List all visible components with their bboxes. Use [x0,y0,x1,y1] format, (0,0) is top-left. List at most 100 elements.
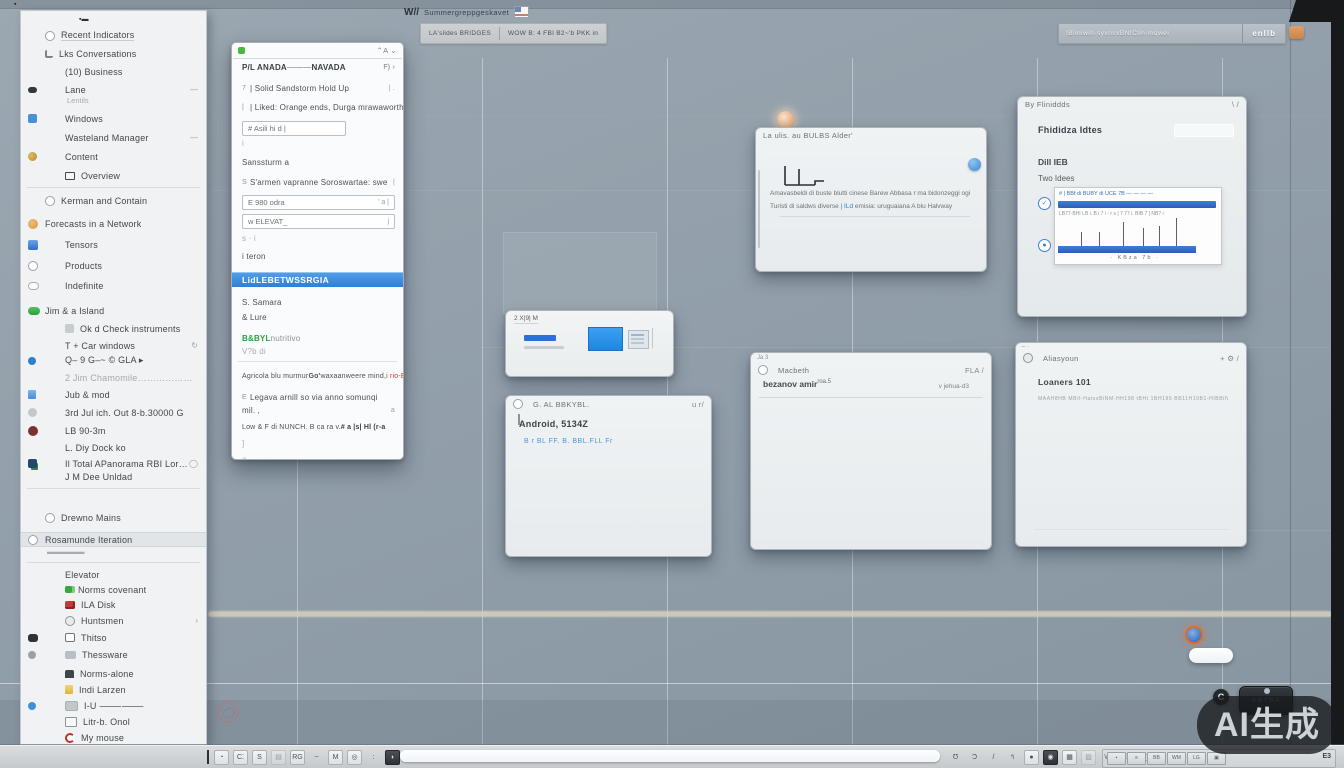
taskbar-search-pill[interactable] [400,750,940,762]
macbeth-titlebar[interactable]: Macbeth FLA / [751,362,991,377]
popup-row[interactable]: Low & F di NUNCH. B ca ra v. # a |s| Hl … [232,421,403,433]
taskbar-icon[interactable]: ▨ [1081,750,1096,765]
taskbar-icon[interactable]: C⁚ [233,750,248,765]
orange-badge-icon[interactable] [1289,26,1304,39]
sidebar-item[interactable]: Lks Conversations [21,47,206,60]
taskbar-icon[interactable]: M [328,750,343,765]
macbeth-window-controls[interactable]: FLA / [965,366,984,375]
sidebar-item[interactable]: I-U ⸻⸻ [21,699,206,712]
sidebar-item[interactable]: Forecasts in a Network [21,217,206,230]
popup-row[interactable]: Sanssturm a [232,156,403,168]
list-thumbnail[interactable] [628,330,649,349]
sidebar-item[interactable]: T + Car windows↻ [21,339,206,352]
sidebar-item[interactable]: 3rd Jul ich. Out 8-b.30000 G [21,406,206,419]
top-toolbar[interactable]: LA'slides BRIDGES WOW B: 4 FBI B2~'b PKK… [420,23,607,44]
sidebar-item[interactable]: L. Diy Dock ko [21,441,206,454]
blue-thumbnail[interactable] [588,327,623,351]
sidebar-item[interactable]: Jim & a Island [21,304,206,317]
sidebar-item[interactable]: Ok d Check instruments [21,322,206,335]
android-link[interactable]: B r BL FF. B. BBL.FLL Fr [524,438,613,445]
popup-row[interactable]: i teron [232,250,403,262]
timeline-selection-bar[interactable] [1058,201,1216,208]
sidebar-item[interactable]: ILA Disk [21,598,206,611]
tray-tile[interactable]: ▪ [1107,752,1126,765]
sidebar-item[interactable]: Rosamunde Iteration [21,532,206,547]
sidebar-item-extra[interactable]: — [190,133,198,142]
popup-window-controls[interactable]: ⌃A ⌄ [377,46,397,55]
taskbar-icon[interactable]: ◗ [385,750,400,765]
inline-link[interactable]: | ILd [841,203,854,210]
chart-note-titlebar[interactable]: La ulis. au BULBS Alder' [756,128,986,142]
popup-input[interactable]: # Asili hi d | [242,121,346,136]
taskbar-icon[interactable]: ◉ [1043,750,1058,765]
tray-tile[interactable]: LG [1187,752,1206,765]
sidebar-item-extra[interactable]: ◯ [189,459,198,468]
ideas-titlebar[interactable]: By Fliniddds \ / [1018,97,1246,111]
popup-row[interactable]: V?b di [232,345,403,357]
sidebar-item[interactable]: Indefinite [21,279,206,292]
sidebar-item[interactable]: Il Total APanorama RBI Lorem Wood◯ [21,457,206,470]
popup-row[interactable]: ELegava arnill so via anno somunqi [232,391,403,403]
taskbar-icon[interactable]: ▤ [271,750,286,765]
sidebar-item[interactable]: LB 90-3m [21,424,206,437]
sidebar-item[interactable]: Indi Larzen [21,683,206,696]
timeline-panel[interactable]: # | BBf di BUBY di UCE 7B — — — — LB77·B… [1054,187,1222,265]
taskbar-icon[interactable]: ◔ [214,750,229,765]
popup-row[interactable]: s · i [232,232,403,244]
sidebar-item[interactable]: Huntsmen› [21,614,206,627]
scrollbar[interactable] [758,170,760,248]
popup-input[interactable]: w ELEVAT_j [242,214,395,229]
sidebar-item-extra[interactable]: — [190,85,198,94]
popup-row[interactable]: a [232,453,403,460]
popup-row[interactable]: S. Samara [232,296,403,308]
pill-button[interactable] [1189,648,1233,663]
sidebar-item[interactable]: 2 Jim Chamomile………………………… [21,371,206,384]
popup-row[interactable]: Agricola blu murmur Go' waxaanweere mind… [232,370,403,382]
popup-row[interactable]: || Liked: Orange ends, Durga mrawaworthi… [232,101,403,113]
taskbar-icon[interactable]: ◎ [347,750,362,765]
sidebar-item-extra[interactable]: ↻ [191,341,198,350]
timeline-progress-bar[interactable] [1058,246,1196,253]
info-circle-icon[interactable] [968,158,981,171]
check-circle-icon[interactable]: ✓ [1038,197,1051,210]
popup-row[interactable]: mil. ,a [232,404,403,416]
popup-row[interactable]: P/L ANADA ——— NAVADAF) › [232,61,403,73]
taskbar-icon[interactable]: ૧ [1005,750,1020,765]
sidebar-item[interactable]: Q– 9 G–~ © GLA ▸ [21,354,206,367]
loaners-window-controls[interactable]: + ⚙ / [1220,354,1239,363]
popup-row[interactable]: i [232,137,403,149]
mini-progress-bar[interactable] [524,335,556,341]
popup-input[interactable]: E 980 odra' a | [242,195,395,210]
sidebar-item[interactable]: Wasteland Manager— [21,131,206,144]
popup-row[interactable]: SS'armen vapranne Soroswartae: swe| [232,176,403,188]
toolbar-group-1[interactable]: LA'slides BRIDGES [421,30,499,37]
sidebar-item[interactable]: Content [21,150,206,163]
taskbar-icon[interactable]: ● [1024,750,1039,765]
android-titlebar[interactable]: G. AL BBKYBL. u r/ [506,396,711,411]
help-button[interactable]: enllb [1243,29,1285,38]
loaners-titlebar[interactable]: Aliasyoun + ⚙ / [1016,350,1246,365]
sidebar-item[interactable]: My mouse [21,731,206,744]
sidebar-item[interactable]: Litr-b. Onol [21,715,206,728]
taskbar-icon[interactable]: Ʊ [948,750,963,765]
toolbar-group-2[interactable]: WOW B: 4 FBI B2~'b PKK in [500,30,606,37]
sidebar-item[interactable]: Lane— [21,83,206,96]
popup-row[interactable]: ] [232,437,403,449]
sidebar-item[interactable]: Tensors [21,238,206,251]
tray-tile[interactable]: WM [1167,752,1186,765]
taskbar-icon[interactable]: / [986,750,1001,765]
radio-circle-icon[interactable]: ● [1038,239,1051,252]
record-indicator-dot[interactable] [1185,626,1203,644]
sidebar-item-extra[interactable]: › [195,616,198,625]
tray-tile[interactable]: ≡ [1127,752,1146,765]
top-right-bar[interactable]: IBliniwin-syvnsvBNIClin-mqwei enllb [1058,23,1286,44]
taskbar-icon[interactable]: ~ [309,750,324,765]
sidebar-item[interactable]: Norms covenant [21,583,206,596]
taskbar-icon[interactable]: S [252,750,267,765]
sidebar-item[interactable]: Jub & mod [21,388,206,401]
sidebar-item[interactable]: Drewno Mains [21,511,206,524]
popup-row[interactable]: B&BYL nutritivo [232,332,403,344]
sidebar-item[interactable]: Thitso [21,631,206,644]
sidebar-item[interactable]: Kerman and Contain [21,194,206,207]
sidebar-item[interactable]: Thessware [21,648,206,661]
